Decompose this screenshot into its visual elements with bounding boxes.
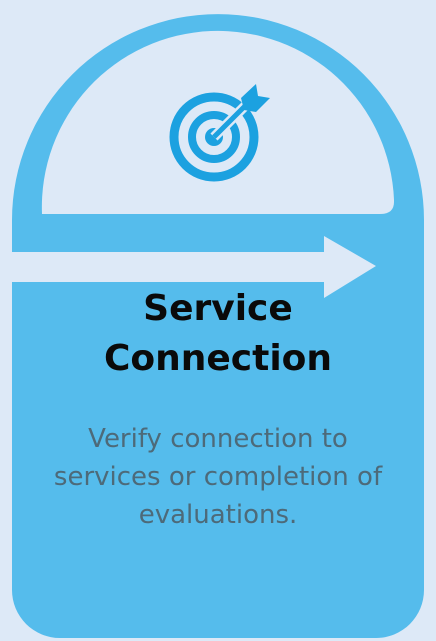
card-title-line1: Service: [143, 288, 293, 329]
card-description: Verify connection to services or complet…: [53, 424, 383, 530]
card-title-line2: Connection: [103, 338, 333, 379]
card-title: Service Connection: [14, 284, 422, 384]
